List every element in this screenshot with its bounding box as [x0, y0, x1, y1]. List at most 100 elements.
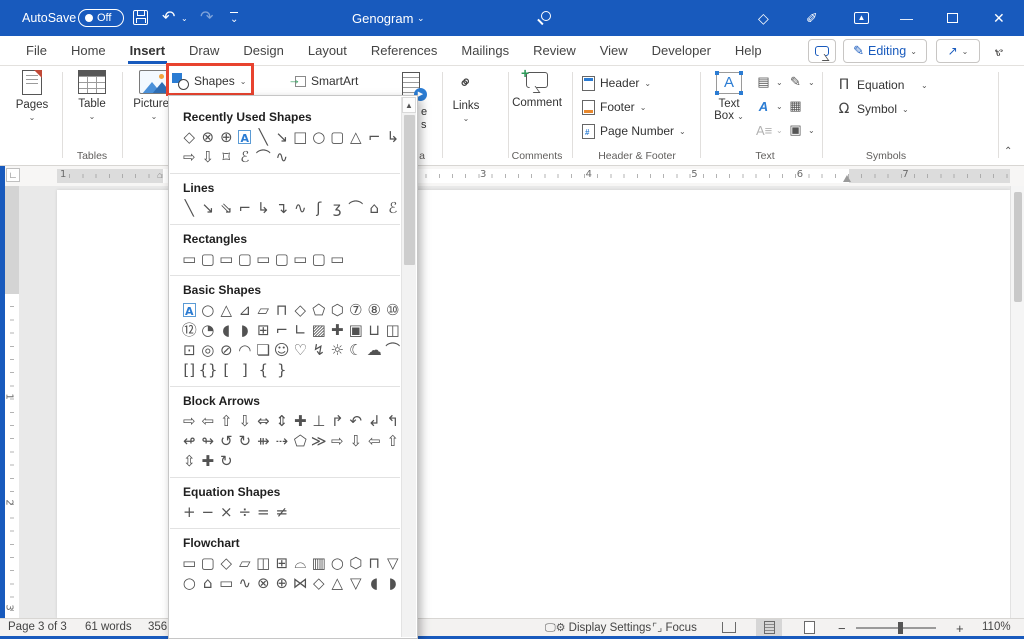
document-title[interactable]: Genogram ⌄	[352, 0, 425, 36]
tab-home[interactable]: Home	[59, 36, 118, 64]
shape-item[interactable]: ◖	[365, 573, 384, 593]
shape-item[interactable]: ⌓	[291, 553, 310, 573]
zoom-level[interactable]: 110%	[982, 621, 1011, 633]
shape-item[interactable]: =	[254, 502, 273, 522]
shape-item[interactable]: ⑫	[180, 320, 199, 340]
tab-selector[interactable]: ∟	[6, 168, 20, 182]
shape-item[interactable]: ☺	[273, 340, 292, 360]
header-button[interactable]: Header⌄	[582, 72, 651, 94]
shape-item[interactable]: ✚	[199, 451, 218, 471]
tab-mailings[interactable]: Mailings	[449, 36, 521, 64]
shape-item[interactable]: ↬	[199, 431, 218, 451]
shape-item[interactable]: □	[291, 127, 310, 147]
shape-item[interactable]: ▱	[236, 553, 255, 573]
shape-item[interactable]: ⇔	[254, 411, 273, 431]
pages-button[interactable]: Pages⌄	[6, 70, 58, 124]
comments-button[interactable]	[808, 39, 836, 63]
shape-item[interactable]: ⇩	[347, 431, 366, 451]
shape-item[interactable]: ▨	[310, 320, 329, 340]
scrollbar-thumb[interactable]	[1014, 192, 1022, 302]
shape-item[interactable]: ▭	[217, 249, 236, 269]
shape-item[interactable]: ⇨	[328, 431, 347, 451]
catch-up-person-icon[interactable]: ꮡ	[995, 43, 1003, 60]
shape-item[interactable]: ⊗	[254, 573, 273, 593]
search-icon[interactable]	[541, 11, 551, 21]
shape-item[interactable]: ⇦	[199, 411, 218, 431]
smartart-button[interactable]: → SmartArt	[288, 70, 358, 92]
tab-layout[interactable]: Layout	[296, 36, 359, 64]
more-quick-access-icon[interactable]: ⌄	[230, 0, 238, 36]
tab-developer[interactable]: Developer	[640, 36, 723, 64]
shape-item[interactable]: ʒ	[328, 198, 347, 218]
shape-item[interactable]: +	[180, 502, 199, 522]
read-mode-button[interactable]	[716, 619, 742, 636]
shape-item[interactable]: ⬠	[310, 300, 329, 320]
shape-item[interactable]: ↻	[236, 431, 255, 451]
shape-item[interactable]: ↫	[180, 431, 199, 451]
shape-item[interactable]: ▢	[199, 249, 218, 269]
shape-item[interactable]: ♡	[291, 340, 310, 360]
shape-item[interactable]: ▭	[291, 249, 310, 269]
comment-button[interactable]: + Comment	[505, 70, 569, 109]
shape-item[interactable]: ◗	[384, 573, 402, 593]
maximize-button[interactable]	[947, 0, 958, 36]
right-indent-marker[interactable]	[843, 175, 851, 182]
shape-item[interactable]: ⇨	[180, 411, 199, 431]
tab-references[interactable]: References	[359, 36, 449, 64]
shape-item[interactable]: ∿	[291, 198, 310, 218]
indent-markers[interactable]: ⌂	[157, 170, 162, 180]
shape-item[interactable]: ⊓	[365, 553, 384, 573]
shape-item[interactable]: ⌒	[384, 340, 402, 360]
shape-item[interactable]: ☾	[347, 340, 366, 360]
close-button[interactable]: ✕	[993, 0, 1005, 36]
wordart-button[interactable]: A⌄	[756, 95, 783, 117]
shape-item[interactable]: ▥	[310, 553, 329, 573]
shape-item[interactable]: ◎	[199, 340, 218, 360]
shape-item[interactable]: ↻	[217, 451, 236, 471]
shape-item[interactable]: ▣	[347, 320, 366, 340]
display-settings-button[interactable]: 🖵⚙ Display Settings	[545, 621, 651, 635]
scroll-up-arrow-icon[interactable]: ▲	[402, 97, 416, 113]
shape-item[interactable]: ⊥	[310, 411, 329, 431]
shape-item[interactable]: ⌂	[365, 198, 384, 218]
shape-item[interactable]: ⊘	[217, 340, 236, 360]
word-count[interactable]: 61 words	[85, 621, 132, 633]
shape-item[interactable]: △	[347, 127, 366, 147]
shape-item[interactable]: ◇	[180, 127, 199, 147]
shape-item[interactable]: ⊞	[273, 553, 292, 573]
shape-item[interactable]: ▢	[199, 553, 218, 573]
shape-item[interactable]: ◔	[199, 320, 218, 340]
shape-item[interactable]: ⇦	[365, 431, 384, 451]
shape-item[interactable]: ⊔	[365, 320, 384, 340]
shape-item[interactable]: ○	[310, 127, 329, 147]
shape-item[interactable]: ⇩	[236, 411, 255, 431]
shape-item[interactable]: ↰	[384, 411, 402, 431]
signature-line-button[interactable]: ✎⌄	[788, 71, 815, 93]
equation-button[interactable]: Π Equation ⌄	[836, 74, 928, 96]
shape-item[interactable]: ↶	[347, 411, 366, 431]
shape-item[interactable]: ]	[236, 360, 255, 380]
shape-item[interactable]: ⋈	[291, 573, 310, 593]
shape-item[interactable]: ⬡	[347, 553, 366, 573]
shape-item[interactable]: ◇	[217, 553, 236, 573]
shape-item[interactable]: ⌒	[254, 147, 273, 167]
shape-item[interactable]: {	[254, 360, 273, 380]
premium-diamond-icon[interactable]: ◇	[758, 0, 776, 36]
shapes-menu-scrollbar[interactable]: ▲	[401, 97, 416, 637]
vertical-ruler[interactable]: 123	[5, 186, 19, 618]
shape-item[interactable]: ⑧	[365, 300, 384, 320]
shape-item[interactable]: ∟	[291, 320, 310, 340]
drop-cap-button[interactable]: A≡⌄	[756, 119, 783, 141]
shape-item[interactable]: ╲	[254, 127, 273, 147]
shape-item[interactable]: ▭	[180, 249, 199, 269]
shape-item[interactable]: ⇕	[273, 411, 292, 431]
ribbon-display-options-icon[interactable]: ▲	[854, 0, 869, 36]
shape-item[interactable]: ⬡	[328, 300, 347, 320]
shape-item[interactable]: ▭	[180, 553, 199, 573]
shape-item[interactable]: ↘	[273, 127, 292, 147]
shape-item[interactable]: ◗	[236, 320, 255, 340]
shape-item[interactable]: ↯	[310, 340, 329, 360]
shape-item[interactable]: ⌐	[365, 127, 384, 147]
shape-item[interactable]: ℰ	[384, 198, 402, 218]
shape-item[interactable]: ▭	[254, 249, 273, 269]
